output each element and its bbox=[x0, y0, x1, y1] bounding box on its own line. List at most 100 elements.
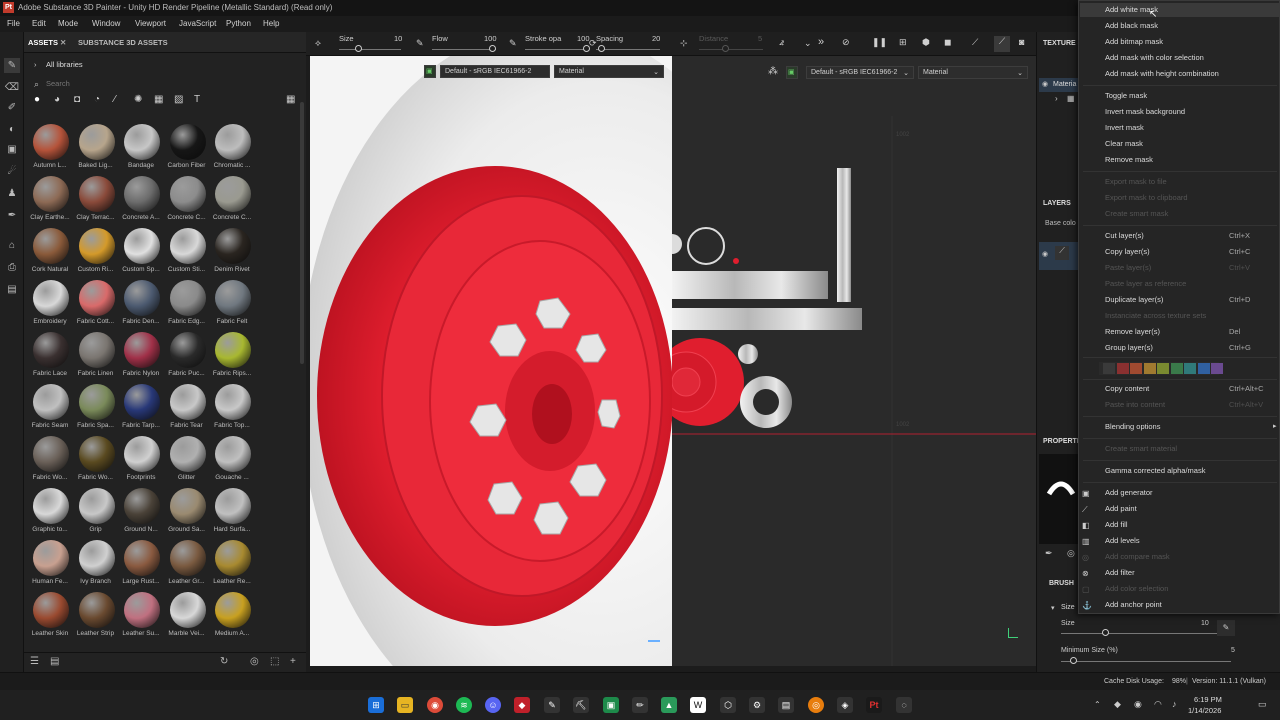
paint-brush-icon[interactable]: ✎ bbox=[4, 58, 20, 73]
menu-item[interactable]: Cut layer(s) bbox=[1105, 231, 1144, 240]
material-thumbnail[interactable]: Denim Rivet bbox=[210, 228, 254, 280]
menu-item[interactable]: Copy layer(s) bbox=[1105, 247, 1150, 256]
min-size-slider-handle[interactable] bbox=[1070, 657, 1077, 664]
windows-start-icon[interactable]: ⊞ bbox=[368, 697, 384, 713]
green-app-icon[interactable]: ▣ bbox=[603, 697, 619, 713]
material-thumbnail[interactable]: Gouache ... bbox=[210, 436, 254, 488]
menu-item[interactable]: Copy content bbox=[1105, 384, 1149, 393]
clock-date[interactable]: 1/14/2026 bbox=[1188, 706, 1221, 715]
grid-filter-icon[interactable]: ▦ bbox=[154, 94, 163, 105]
menu-window[interactable]: Window bbox=[92, 19, 120, 28]
tab-substance-assets[interactable]: SUBSTANCE 3D ASSETS bbox=[78, 38, 168, 47]
settings-app-icon[interactable]: ◌ bbox=[896, 697, 912, 713]
menu-item[interactable]: Duplicate layer(s) bbox=[1105, 295, 1163, 304]
material-thumbnail[interactable]: Embroidery bbox=[28, 280, 72, 332]
color-tag-swatch[interactable] bbox=[1157, 363, 1169, 374]
wifi-icon[interactable]: ◠ bbox=[1154, 699, 1162, 710]
environment-filter-icon[interactable]: ▨ bbox=[174, 94, 183, 105]
menu-item[interactable]: Add anchor point bbox=[1105, 600, 1162, 609]
vectorizer-icon[interactable]: W bbox=[690, 697, 706, 713]
material-thumbnail[interactable]: Ivy Branch bbox=[74, 540, 118, 592]
menu-item[interactable]: Add mask with height combination bbox=[1105, 69, 1219, 78]
menu-python[interactable]: Python bbox=[226, 19, 251, 28]
fill-mode-icon[interactable]: ⟋ bbox=[972, 37, 978, 48]
material-thumbnail[interactable]: Leather Skin bbox=[28, 592, 72, 644]
menu-edit[interactable]: Edit bbox=[32, 19, 46, 28]
menu-item[interactable]: Toggle mask bbox=[1105, 91, 1147, 100]
menu-item[interactable]: Clear mask bbox=[1105, 139, 1143, 148]
chevron-up-icon[interactable]: ⌃ bbox=[1094, 700, 1101, 709]
chevron-right-icon[interactable]: › bbox=[34, 60, 37, 69]
material-thumbnail[interactable]: Fabric Tarp... bbox=[119, 384, 163, 436]
material-thumbnail[interactable]: Fabric Top... bbox=[210, 384, 254, 436]
material-thumbnail[interactable]: Carbon Fiber bbox=[165, 124, 209, 176]
pause-icon[interactable]: ❚❚ bbox=[872, 37, 887, 48]
tray-icon[interactable]: ◆ bbox=[1114, 699, 1121, 710]
material-thumbnail[interactable]: Fabric Puc... bbox=[165, 332, 209, 384]
menu-item[interactable]: Remove mask bbox=[1105, 155, 1153, 164]
material-thumbnail[interactable]: Marble Vei... bbox=[165, 592, 209, 644]
polygon-fill-icon[interactable]: ▣ bbox=[4, 142, 20, 157]
file-explorer-icon[interactable]: ▭ bbox=[397, 697, 413, 713]
tab-assets[interactable]: ASSETS bbox=[28, 38, 58, 47]
target-icon[interactable]: ◎ bbox=[250, 656, 259, 667]
smart-materials-filter-icon[interactable]: ◕ bbox=[54, 94, 60, 105]
color-tag-swatch[interactable] bbox=[1116, 363, 1129, 374]
substance-painter-taskbar-icon[interactable]: Pt bbox=[866, 697, 882, 713]
material-thumbnail[interactable]: Fabric Wo... bbox=[74, 436, 118, 488]
lazy-mouse-toggle-icon[interactable]: ⊹ bbox=[680, 38, 688, 49]
material-thumbnail[interactable]: Clay Earthe... bbox=[28, 176, 72, 228]
material-thumbnail[interactable]: Fabric Wo... bbox=[28, 436, 72, 488]
davinci-icon[interactable]: ◆ bbox=[514, 697, 530, 713]
pen-pressure-icon[interactable]: ✎ bbox=[509, 38, 517, 49]
import-icon[interactable]: ⬚ bbox=[270, 656, 279, 667]
distance-slider-handle[interactable] bbox=[722, 45, 729, 52]
menu-item[interactable]: Group layer(s) bbox=[1105, 343, 1153, 352]
clone-icon[interactable]: ♟ bbox=[4, 186, 20, 201]
material-thumbnail[interactable]: Large Rust... bbox=[119, 540, 163, 592]
material-thumbnail[interactable]: Fabric Edg... bbox=[165, 280, 209, 332]
material-thumbnail[interactable]: Fabric Den... bbox=[119, 280, 163, 332]
tray-steam-icon[interactable]: ◉ bbox=[1134, 699, 1142, 710]
eye-icon[interactable]: ◉ bbox=[1042, 250, 1048, 258]
unity-icon[interactable]: ⬡ bbox=[720, 697, 736, 713]
material-thumbnail[interactable]: Fabric Nylon bbox=[119, 332, 163, 384]
smudge-icon[interactable]: ☄ bbox=[4, 164, 20, 179]
filter-list-icon[interactable]: ☰ bbox=[30, 656, 39, 667]
material-thumbnail[interactable]: Concrete A... bbox=[119, 176, 163, 228]
spacing-slider-handle[interactable] bbox=[598, 45, 605, 52]
discord-icon[interactable]: ☺ bbox=[485, 697, 501, 713]
assets-scrollbar[interactable] bbox=[300, 102, 304, 364]
symmetry-icon[interactable]: ⦨ bbox=[779, 37, 784, 48]
view-grid-icon[interactable]: ▦ bbox=[286, 94, 295, 105]
menu-item[interactable]: Add fill bbox=[1105, 520, 1128, 529]
material-thumbnail[interactable]: Fabric Spa... bbox=[74, 384, 118, 436]
color-tag-swatch[interactable] bbox=[1103, 363, 1115, 374]
material-thumbnail[interactable]: Concrete C... bbox=[165, 176, 209, 228]
alpha-icon[interactable]: ◎ bbox=[1067, 548, 1075, 559]
blender-icon[interactable]: ◎ bbox=[808, 697, 824, 713]
clock-time[interactable]: 6:19 PM bbox=[1194, 695, 1222, 704]
material-thumbnail[interactable]: Custom Sp... bbox=[119, 228, 163, 280]
tool-app-icon[interactable]: ⛏ bbox=[573, 697, 589, 713]
bake-icon[interactable]: ⌂ bbox=[4, 238, 20, 253]
material-thumbnail[interactable]: Leather Gr... bbox=[165, 540, 209, 592]
menu-item[interactable]: Add mask with color selection bbox=[1105, 53, 1204, 62]
menu-javascript[interactable]: JavaScript bbox=[179, 19, 216, 28]
add-icon[interactable]: + bbox=[290, 656, 296, 667]
viewport-2d[interactable]: ⁂ ▣ Default - sRGB IEC61966-2 ⌄ Material ⌄… bbox=[672, 56, 1036, 666]
spotify-icon[interactable]: ≋ bbox=[456, 697, 472, 713]
menu-item[interactable]: Invert mask bbox=[1105, 123, 1144, 132]
particles-filter-icon[interactable]: ✺ bbox=[134, 94, 142, 105]
brush-size-value[interactable]: 10 bbox=[1201, 620, 1209, 627]
color-tag-swatch[interactable] bbox=[1197, 363, 1210, 374]
cube-icon[interactable]: ⬢ bbox=[922, 37, 930, 48]
pen-app-icon[interactable]: ✎ bbox=[544, 697, 560, 713]
brush-tool-icon[interactable]: ✒ bbox=[1045, 548, 1053, 559]
menu-help[interactable]: Help bbox=[263, 19, 279, 28]
material-thumbnail[interactable]: Medium A... bbox=[210, 592, 254, 644]
document-icon[interactable]: ▤ bbox=[4, 282, 20, 297]
smart-masks-filter-icon[interactable]: ◔ bbox=[94, 94, 100, 105]
menu-file[interactable]: File bbox=[7, 19, 20, 28]
material-thumbnail[interactable]: Autumn L... bbox=[28, 124, 72, 176]
